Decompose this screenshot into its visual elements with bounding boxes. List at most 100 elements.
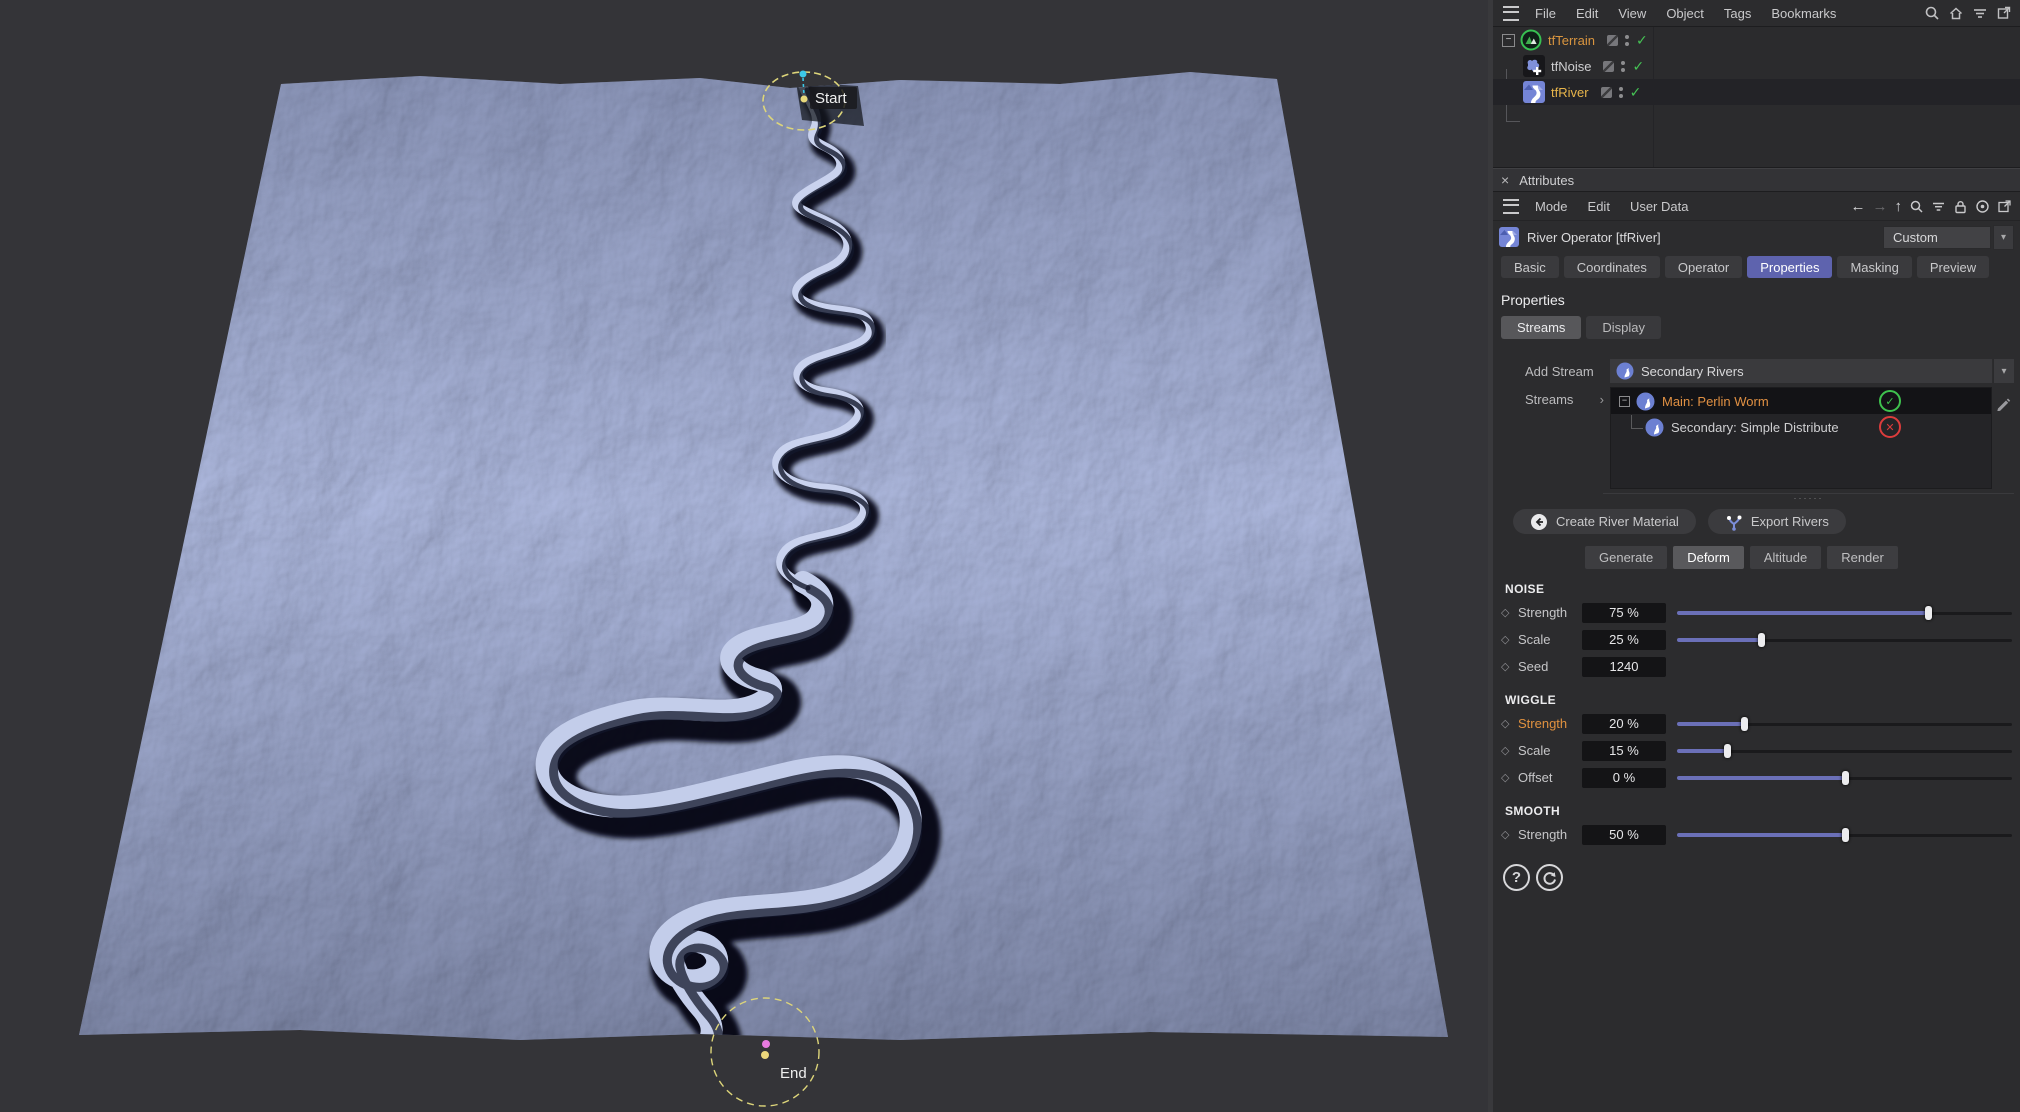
stream-row-main[interactable]: − Main: Perlin Worm ✓ (1611, 388, 1991, 414)
chevron-down-icon[interactable]: ▾ (1993, 225, 2014, 250)
tab-preview[interactable]: Preview (1917, 256, 1989, 278)
search-icon[interactable] (1909, 199, 1924, 214)
object-name[interactable]: tfRiver (1551, 85, 1589, 100)
keyframe-diamond-icon[interactable]: ◇ (1501, 633, 1518, 646)
layer-toggle-icon[interactable] (1601, 87, 1612, 98)
param-value-field[interactable]: 50 % (1582, 825, 1666, 845)
reset-button[interactable] (1536, 864, 1563, 891)
viewport[interactable]: Start End (0, 0, 1488, 1112)
tab-basic[interactable]: Basic (1501, 256, 1559, 278)
param-slider[interactable] (1677, 743, 2012, 759)
keyframe-diamond-icon[interactable]: ◇ (1501, 660, 1518, 673)
param-slider[interactable] (1677, 827, 2012, 843)
keyframe-diamond-icon[interactable]: ◇ (1501, 828, 1518, 841)
material-icon (1530, 513, 1548, 531)
tree-row-tfterrain[interactable]: − tfTerrain ✓ (1493, 27, 2020, 53)
param-value-field[interactable]: 75 % (1582, 603, 1666, 623)
param-value-field[interactable]: 20 % (1582, 714, 1666, 734)
enable-dots-icon[interactable] (1625, 35, 1629, 46)
preset-value[interactable]: Custom (1883, 226, 1991, 249)
tab-properties[interactable]: Properties (1747, 256, 1832, 278)
layer-toggle-icon[interactable] (1603, 61, 1614, 72)
enabled-check-icon[interactable]: ✓ (1632, 58, 1644, 75)
menu-view[interactable]: View (1608, 6, 1656, 21)
start-point-dot[interactable] (801, 96, 808, 103)
menu-edit[interactable]: Edit (1566, 6, 1608, 21)
filter-icon[interactable] (1972, 5, 1988, 21)
popout-icon[interactable] (1996, 5, 2012, 21)
hamburger-icon[interactable] (1503, 6, 1519, 21)
hamburger-icon[interactable] (1503, 199, 1519, 214)
preset-dropdown[interactable]: Custom ▾ (1883, 225, 2014, 250)
param-value-field[interactable]: 25 % (1582, 630, 1666, 650)
filter-icon[interactable] (1931, 199, 1946, 214)
menu-user-data[interactable]: User Data (1620, 199, 1699, 214)
end-point-dot[interactable] (761, 1051, 769, 1059)
stream-name[interactable]: Secondary: Simple Distribute (1671, 420, 1839, 435)
menu-tags[interactable]: Tags (1714, 6, 1761, 21)
keyframe-diamond-icon[interactable]: ◇ (1501, 606, 1518, 619)
subtab-display[interactable]: Display (1586, 316, 1661, 339)
stream-icon (1636, 392, 1655, 411)
param-value-field[interactable]: 1240 (1582, 657, 1666, 677)
subtab-streams[interactable]: Streams (1501, 316, 1581, 339)
up-arrow-icon[interactable]: ↑ (1895, 198, 1903, 215)
end-handle-dot[interactable] (762, 1040, 770, 1048)
tab-masking[interactable]: Masking (1837, 256, 1911, 278)
enabled-check-icon[interactable]: ✓ (1636, 32, 1648, 49)
deform-button[interactable]: Deform (1673, 546, 1744, 569)
layer-toggle-icon[interactable] (1607, 35, 1618, 46)
keyframe-diamond-icon[interactable]: ◇ (1501, 717, 1518, 730)
start-handle-dot[interactable] (800, 71, 807, 78)
expander-icon[interactable]: − (1502, 34, 1515, 47)
stream-disabled-icon[interactable]: ✕ (1879, 416, 1901, 438)
tab-coordinates[interactable]: Coordinates (1564, 256, 1660, 278)
back-arrow-icon[interactable]: ← (1851, 198, 1866, 215)
param-slider[interactable] (1677, 632, 2012, 648)
submenu-arrow-icon[interactable]: › (1600, 392, 1604, 407)
tab-operator[interactable]: Operator (1665, 256, 1742, 278)
keyframe-diamond-icon[interactable]: ◇ (1501, 771, 1518, 784)
search-icon[interactable] (1924, 5, 1940, 21)
stream-enabled-icon[interactable]: ✓ (1879, 390, 1901, 412)
menu-file[interactable]: File (1525, 6, 1566, 21)
close-icon[interactable]: × (1501, 173, 1509, 187)
generate-button[interactable]: Generate (1585, 546, 1667, 569)
add-stream-combo[interactable]: Secondary Rivers (1610, 359, 1992, 383)
keyframe-diamond-icon[interactable]: ◇ (1501, 744, 1518, 757)
target-icon[interactable] (1975, 199, 1990, 214)
render-button[interactable]: Render (1827, 546, 1898, 569)
menu-mode[interactable]: Mode (1525, 199, 1578, 214)
create-river-material-button[interactable]: Create River Material (1513, 509, 1696, 534)
splitter-handle[interactable]: ······ (1603, 493, 2014, 503)
viewport-canvas[interactable]: Start End (0, 0, 1488, 1112)
stream-name[interactable]: Main: Perlin Worm (1662, 394, 1769, 409)
stream-row-secondary[interactable]: Secondary: Simple Distribute ✕ (1611, 414, 1991, 440)
param-slider[interactable] (1677, 716, 2012, 732)
menu-bookmarks[interactable]: Bookmarks (1761, 6, 1846, 21)
help-button[interactable]: ? (1503, 864, 1530, 891)
home-icon[interactable] (1948, 5, 1964, 21)
expander-icon[interactable]: − (1619, 396, 1630, 407)
menu-edit[interactable]: Edit (1578, 199, 1620, 214)
enabled-check-icon[interactable]: ✓ (1630, 84, 1642, 101)
chevron-down-icon[interactable]: ▾ (1993, 359, 2014, 383)
edit-pencil-icon[interactable] (1992, 387, 2014, 411)
param-value-field[interactable]: 0 % (1582, 768, 1666, 788)
altitude-button[interactable]: Altitude (1750, 546, 1821, 569)
enable-dots-icon[interactable] (1619, 87, 1623, 98)
param-value-field[interactable]: 15 % (1582, 741, 1666, 761)
param-row-smooth-strength: ◇ Strength 50 % (1493, 821, 2020, 848)
param-slider[interactable] (1677, 605, 2012, 621)
object-name[interactable]: tfTerrain (1548, 33, 1595, 48)
enable-dots-icon[interactable] (1621, 61, 1625, 72)
popout-icon[interactable] (1997, 199, 2012, 214)
object-name[interactable]: tfNoise (1551, 59, 1591, 74)
lock-icon[interactable] (1953, 199, 1968, 214)
forward-arrow-icon[interactable]: → (1873, 198, 1888, 215)
param-slider[interactable] (1677, 770, 2012, 786)
export-rivers-button[interactable]: Export Rivers (1708, 509, 1846, 534)
tree-row-tfnoise[interactable]: tfNoise ✓ (1493, 53, 2020, 79)
menu-object[interactable]: Object (1656, 6, 1714, 21)
tree-row-tfriver[interactable]: tfRiver ✓ (1493, 79, 2020, 105)
